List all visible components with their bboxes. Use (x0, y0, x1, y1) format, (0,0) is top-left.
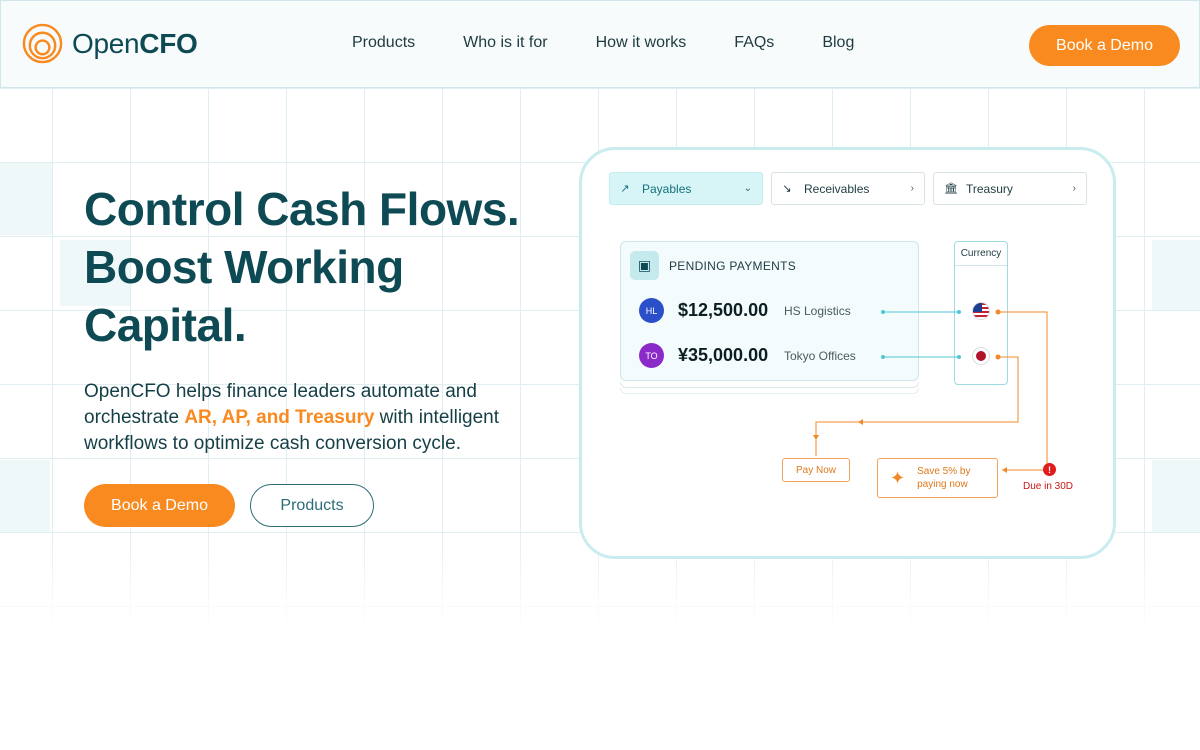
hero-book-demo-button[interactable]: Book a Demo (84, 484, 235, 527)
hero-title-line: Capital. (84, 299, 247, 351)
nav-who-is-it-for[interactable]: Who is it for (463, 34, 547, 52)
nav-faqs[interactable]: FAQs (734, 34, 774, 52)
due-label: Due in 30D (1023, 481, 1074, 492)
hero-title: Control Cash Flows. Boost Working Capita… (84, 180, 564, 354)
nav-how-it-works[interactable]: How it works (596, 34, 687, 52)
product-illustration-card: ↗ Payables ⌄ ↘ Receivables › 🏛 Treasury … (579, 147, 1116, 559)
workflow-connectors (813, 309, 1048, 473)
hero-products-button[interactable]: Products (250, 484, 374, 527)
brand-logo[interactable]: OpenCFO (21, 22, 198, 65)
hero-title-line: Boost Working (84, 241, 404, 293)
site-header: OpenCFO Products Who is it for How it wo… (0, 0, 1200, 88)
pay-now-button[interactable]: Pay Now (782, 458, 850, 482)
nav-blog[interactable]: Blog (822, 34, 854, 52)
save-text: Save 5% by paying now (917, 466, 971, 490)
main-nav: Products Who is it for How it works FAQs… (352, 34, 902, 52)
hero-highlight: AR, AP, and Treasury (184, 407, 375, 428)
opencfo-logo-icon (22, 23, 63, 64)
hero-actions: Book a Demo Products (84, 484, 374, 527)
save-suggestion[interactable]: ✦ Save 5% by paying now (877, 458, 998, 498)
background-tile (0, 460, 50, 532)
alert-icon: ! (1043, 463, 1056, 476)
header-book-demo-button[interactable]: Book a Demo (1029, 25, 1180, 66)
background-tile (1152, 460, 1200, 532)
brand-name: OpenCFO (72, 27, 198, 59)
hero-title-line: Control Cash Flows. (84, 183, 520, 235)
nav-products[interactable]: Products (352, 34, 415, 52)
background-tile (0, 163, 52, 235)
hero-description: OpenCFO helps finance leaders automate a… (84, 381, 500, 454)
sparkle-icon: ✦ (890, 467, 906, 489)
background-tile (1152, 240, 1200, 310)
